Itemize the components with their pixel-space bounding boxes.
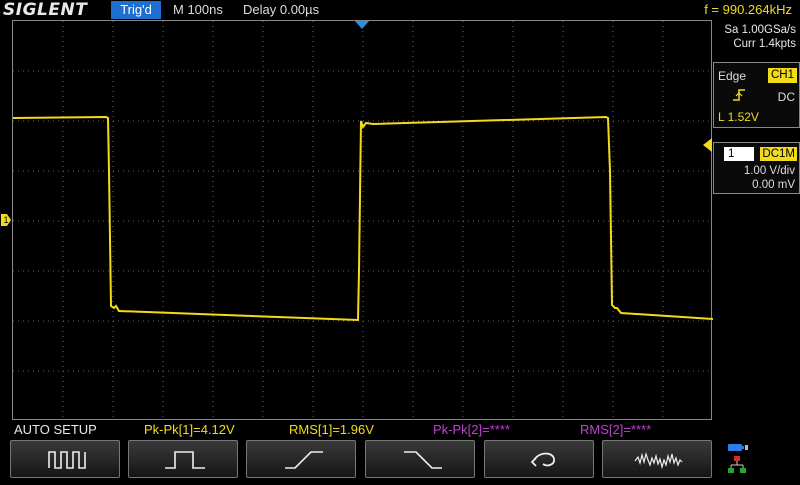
sample-rate-readout: Sa 1.00GSa/s <box>724 24 796 36</box>
ch1-waveform-trace <box>13 115 713 322</box>
trigger-level-readout: L 1.52V <box>718 110 759 124</box>
delay-readout[interactable]: Delay 0.00µs <box>243 0 319 20</box>
auto-setup-label: AUTO SETUP <box>14 422 97 437</box>
waveform-graticule[interactable] <box>12 20 713 421</box>
measurement-pkpk-ch1: Pk-Pk[1]=4.12V <box>144 422 235 437</box>
channel1-info-panel[interactable]: 1 DC1M 1.00 V/div 0.00 mV <box>713 142 800 194</box>
timebase-readout[interactable]: M 100ns <box>173 0 223 20</box>
ch1-offset-marker[interactable]: 1 <box>1 214 11 226</box>
battery-usb-icon <box>728 444 748 451</box>
measurement-rms-ch2: RMS[2]=**** <box>580 422 652 437</box>
channel-impedance-badge: DC1M <box>760 147 797 161</box>
status-icons <box>724 442 800 480</box>
softkey-single-cycle[interactable] <box>128 440 238 478</box>
frequency-counter: f = 990.264kHz <box>704 2 792 17</box>
trigger-source-badge: CH1 <box>767 68 797 83</box>
softkey-multi-cycle[interactable] <box>10 440 120 478</box>
trigger-type-label: Edge <box>718 69 747 83</box>
noise-waveform-icon <box>634 451 683 470</box>
softkey-undo[interactable] <box>484 440 594 478</box>
rising-edge-icon <box>285 451 323 469</box>
softkey-falling-edge[interactable] <box>365 440 475 478</box>
brand-logo: SIGLENT <box>3 0 88 20</box>
single-cycle-icon <box>165 451 205 469</box>
softkey-rising-edge[interactable] <box>246 440 356 478</box>
trigger-info-panel[interactable]: Edge CH1 DC L 1.52V <box>713 62 800 128</box>
top-status-bar: SIGLENT Trig'd M 100ns Delay 0.00µs f = … <box>0 0 800 20</box>
measurement-bar: AUTO SETUP Pk-Pk[1]=4.12V RMS[1]=1.96V P… <box>0 421 800 439</box>
trigger-coupling-label: DC <box>777 90 795 104</box>
rising-edge-icon <box>732 88 746 105</box>
grid-lines <box>13 21 713 421</box>
measurement-pkpk-ch2: Pk-Pk[2]=**** <box>433 422 510 437</box>
channel-offset-readout: 0.00 mV <box>752 179 795 191</box>
channel-volts-per-div: 1.00 V/div <box>743 165 795 177</box>
memory-depth-readout: Curr 1.4kpts <box>733 38 796 50</box>
channel-number-label: 1 <box>724 147 754 161</box>
trigger-status-badge[interactable]: Trig'd <box>111 1 161 19</box>
undo-icon <box>530 452 555 467</box>
softkey-noise-waveform[interactable] <box>602 440 712 478</box>
falling-edge-icon <box>404 451 442 469</box>
waveform-display <box>13 21 713 421</box>
network-icon <box>728 456 746 473</box>
trigger-level-marker[interactable] <box>703 138 712 152</box>
multi-cycle-icon <box>48 451 86 469</box>
measurement-rms-ch1: RMS[1]=1.96V <box>289 422 374 437</box>
